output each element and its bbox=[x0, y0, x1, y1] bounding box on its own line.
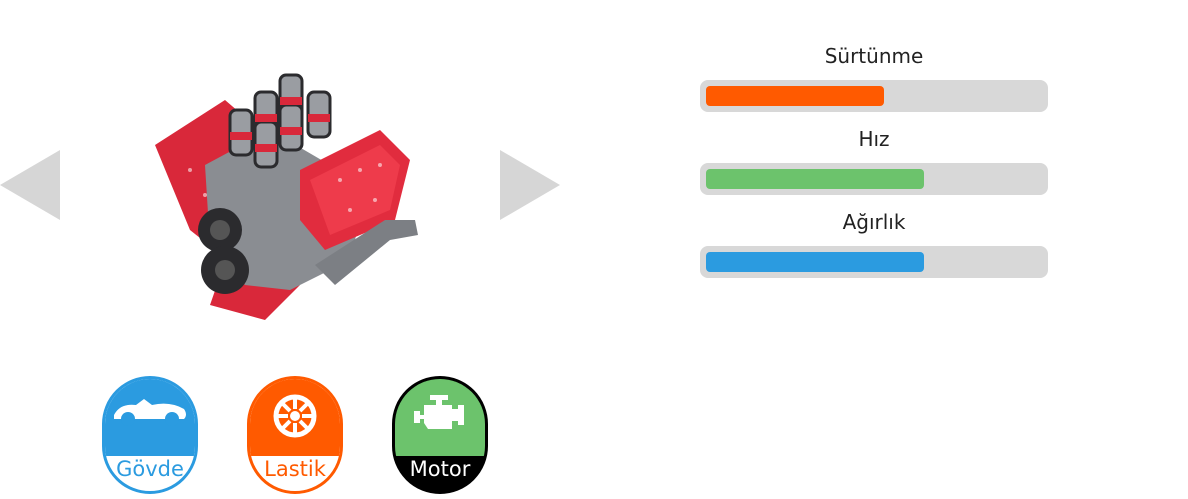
stat-label-weight: Ağırlık bbox=[842, 210, 906, 234]
engine-preview-image bbox=[150, 70, 420, 325]
next-item-button[interactable] bbox=[500, 150, 560, 224]
wheel-icon bbox=[273, 394, 317, 438]
engine-category-button[interactable]: Motor bbox=[392, 376, 488, 494]
stat-bar-friction bbox=[700, 80, 1048, 112]
previous-item-button[interactable] bbox=[0, 150, 60, 224]
triangle-left-icon bbox=[0, 150, 60, 220]
body-category-button[interactable]: Gövde bbox=[102, 376, 198, 494]
stat-fill-speed bbox=[706, 169, 924, 189]
triangle-right-icon bbox=[500, 150, 560, 220]
stat-label-speed: Hız bbox=[858, 127, 890, 151]
stat-label-friction: Sürtünme bbox=[824, 44, 924, 68]
tire-category-label: Lastik bbox=[264, 457, 326, 481]
body-category-label: Gövde bbox=[116, 457, 184, 481]
tire-category-button[interactable]: Lastik bbox=[247, 376, 343, 494]
engine-category-label: Motor bbox=[409, 457, 471, 481]
engine-icon bbox=[414, 395, 464, 429]
stat-fill-friction bbox=[706, 86, 884, 106]
stat-bar-weight bbox=[700, 246, 1048, 278]
stat-bar-speed bbox=[700, 163, 1048, 195]
car-icon bbox=[114, 399, 186, 426]
stat-fill-weight bbox=[706, 252, 924, 272]
